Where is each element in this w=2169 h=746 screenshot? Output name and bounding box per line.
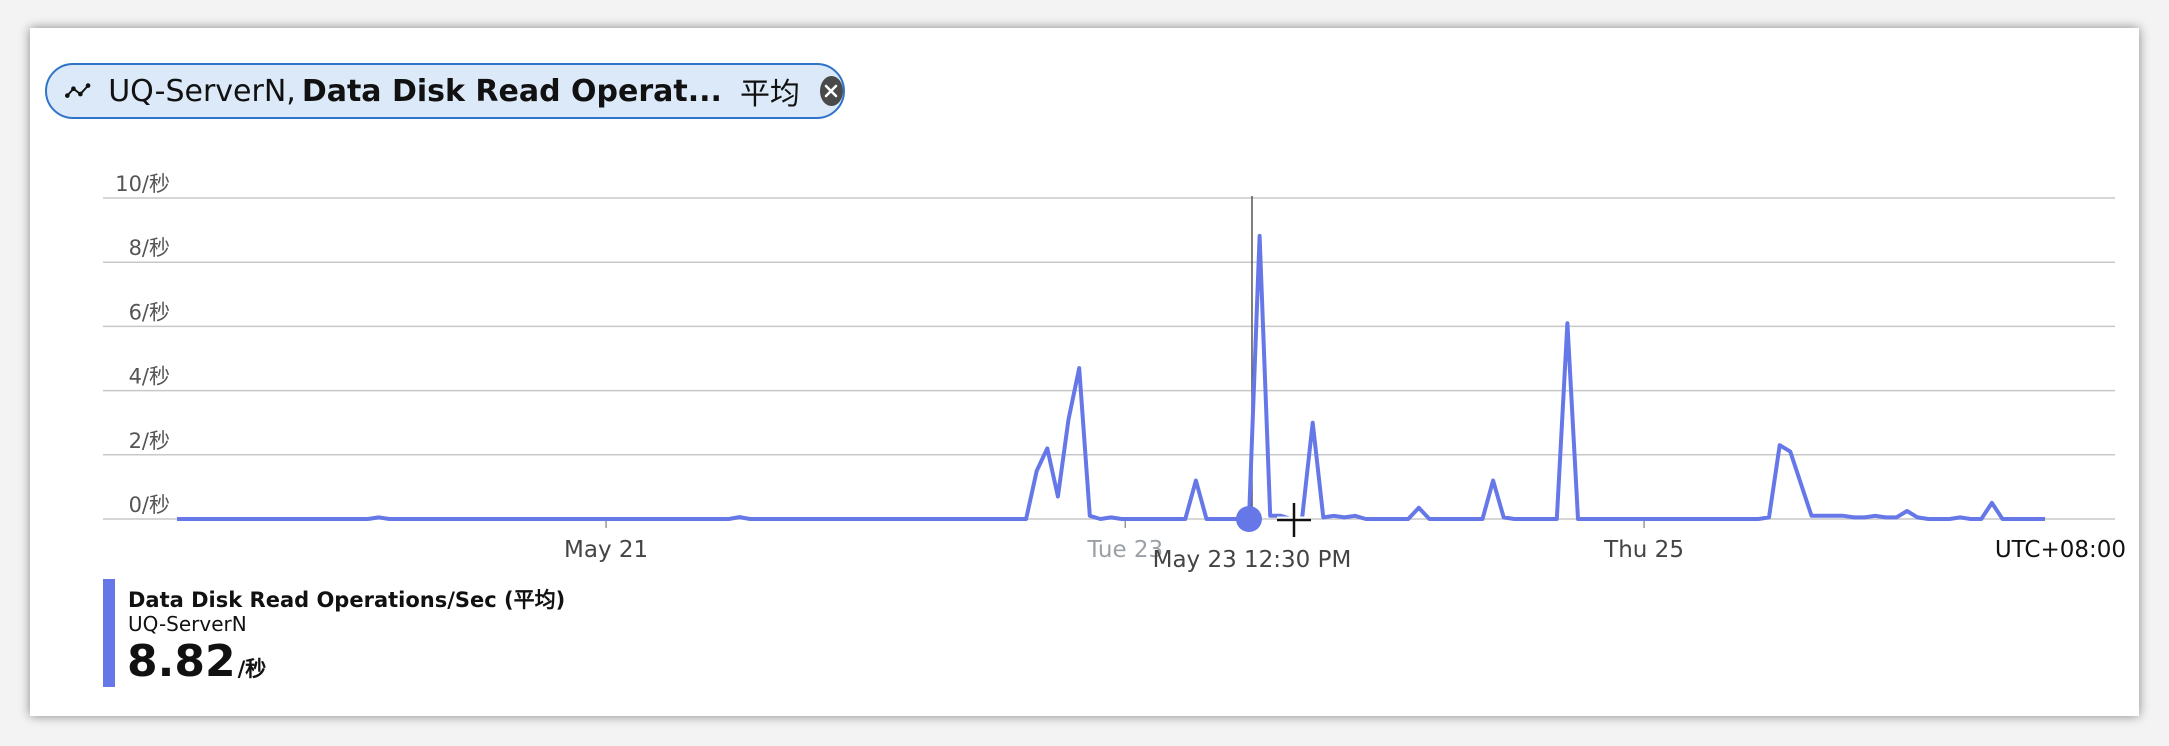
legend-value-unit: /秒 bbox=[237, 657, 267, 681]
chart-grid bbox=[103, 197, 2115, 520]
x-tick-label: Thu 25 bbox=[1603, 537, 1684, 563]
timezone-label: UTC+08:00 bbox=[1995, 537, 2126, 563]
hover-point bbox=[1235, 506, 1262, 532]
y-tick-label: 4/秒 bbox=[129, 365, 170, 389]
y-tick-label: 0/秒 bbox=[129, 493, 170, 517]
hover-time-label: May 23 12:30 PM bbox=[1153, 547, 1352, 573]
y-tick-label: 2/秒 bbox=[129, 429, 170, 453]
legend-color-bar bbox=[103, 579, 115, 687]
crosshair-cursor-icon bbox=[1277, 503, 1311, 537]
y-tick-label: 10/秒 bbox=[115, 172, 170, 196]
series-layer bbox=[177, 233, 2045, 521]
legend-value-number: 8.82 bbox=[127, 636, 236, 687]
x-tick-label: May 21 bbox=[564, 537, 648, 563]
line-chart[interactable]: 0/秒 2/秒 4/秒 6/秒 8/秒 10/秒 May 21 Tue 23 Thu 25 M… bbox=[0, 0, 2169, 746]
series-line bbox=[177, 233, 2045, 521]
legend-value: 8.82/秒 bbox=[127, 640, 266, 684]
y-axis-labels: 0/秒 2/秒 4/秒 6/秒 8/秒 10/秒 bbox=[115, 172, 170, 517]
legend-resource-name: UQ-ServerN bbox=[128, 612, 247, 636]
y-tick-label: 6/秒 bbox=[129, 300, 170, 324]
legend-metric-name: Data Disk Read Operations/Sec (平均) bbox=[128, 588, 566, 612]
y-tick-label: 8/秒 bbox=[129, 236, 170, 260]
x-axis-labels: May 21 Tue 23 Thu 25 bbox=[564, 519, 1684, 563]
